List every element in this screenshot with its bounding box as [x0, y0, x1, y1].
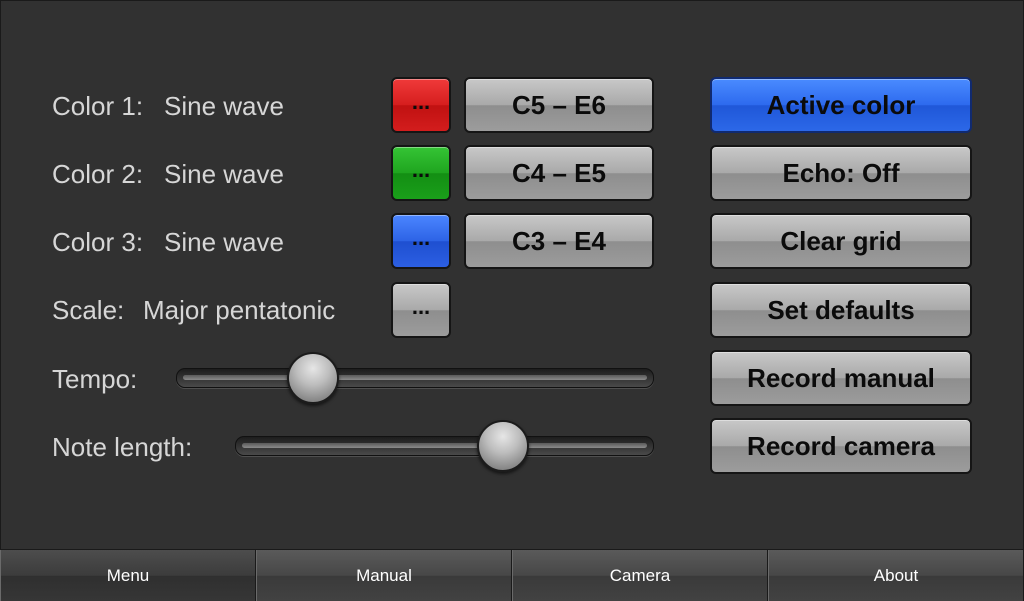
- color-3-range-button[interactable]: C3 – E4: [464, 213, 654, 269]
- color-2-swatch-button[interactable]: ...: [391, 145, 451, 201]
- settings-panel: Color 1: Sine wave ... C5 – E6 Color 2: …: [0, 0, 1024, 550]
- note-length-slider-thumb[interactable]: [477, 420, 530, 472]
- tab-menu[interactable]: Menu: [0, 550, 256, 601]
- clear-grid-button[interactable]: Clear grid: [710, 213, 972, 269]
- color-1-label: Color 1:: [52, 91, 144, 121]
- tempo-slider-thumb[interactable]: [286, 352, 339, 404]
- note-length-slider-track[interactable]: [235, 436, 654, 456]
- set-defaults-button[interactable]: Set defaults: [710, 282, 972, 338]
- echo-toggle-button[interactable]: Echo: Off: [710, 145, 972, 201]
- color-2-label: Color 2:: [52, 159, 144, 189]
- active-color-button[interactable]: Active color: [710, 77, 972, 133]
- tempo-label: Tempo:: [52, 364, 138, 394]
- color-2-wave: Sine wave: [164, 159, 284, 189]
- record-manual-button[interactable]: Record manual: [710, 350, 972, 406]
- note-length-label: Note length:: [52, 432, 193, 462]
- bottom-tab-bar: Menu Manual Camera About: [0, 549, 1024, 601]
- color-1-swatch-button[interactable]: ...: [391, 77, 451, 133]
- scale-select-button[interactable]: ...: [391, 282, 451, 338]
- scale-label: Scale:: [52, 295, 125, 325]
- color-3-wave: Sine wave: [164, 227, 284, 257]
- tempo-slider-track[interactable]: [176, 368, 654, 388]
- color-1-wave: Sine wave: [164, 91, 284, 121]
- color-3-label: Color 3:: [52, 227, 144, 257]
- color-3-swatch-button[interactable]: ...: [391, 213, 451, 269]
- color-1-range-button[interactable]: C5 – E6: [464, 77, 654, 133]
- record-camera-button[interactable]: Record camera: [710, 418, 972, 474]
- scale-value: Major pentatonic: [143, 295, 336, 325]
- tab-camera[interactable]: Camera: [512, 550, 768, 601]
- color-2-range-button[interactable]: C4 – E5: [464, 145, 654, 201]
- tab-about[interactable]: About: [768, 550, 1024, 601]
- tab-manual[interactable]: Manual: [256, 550, 512, 601]
